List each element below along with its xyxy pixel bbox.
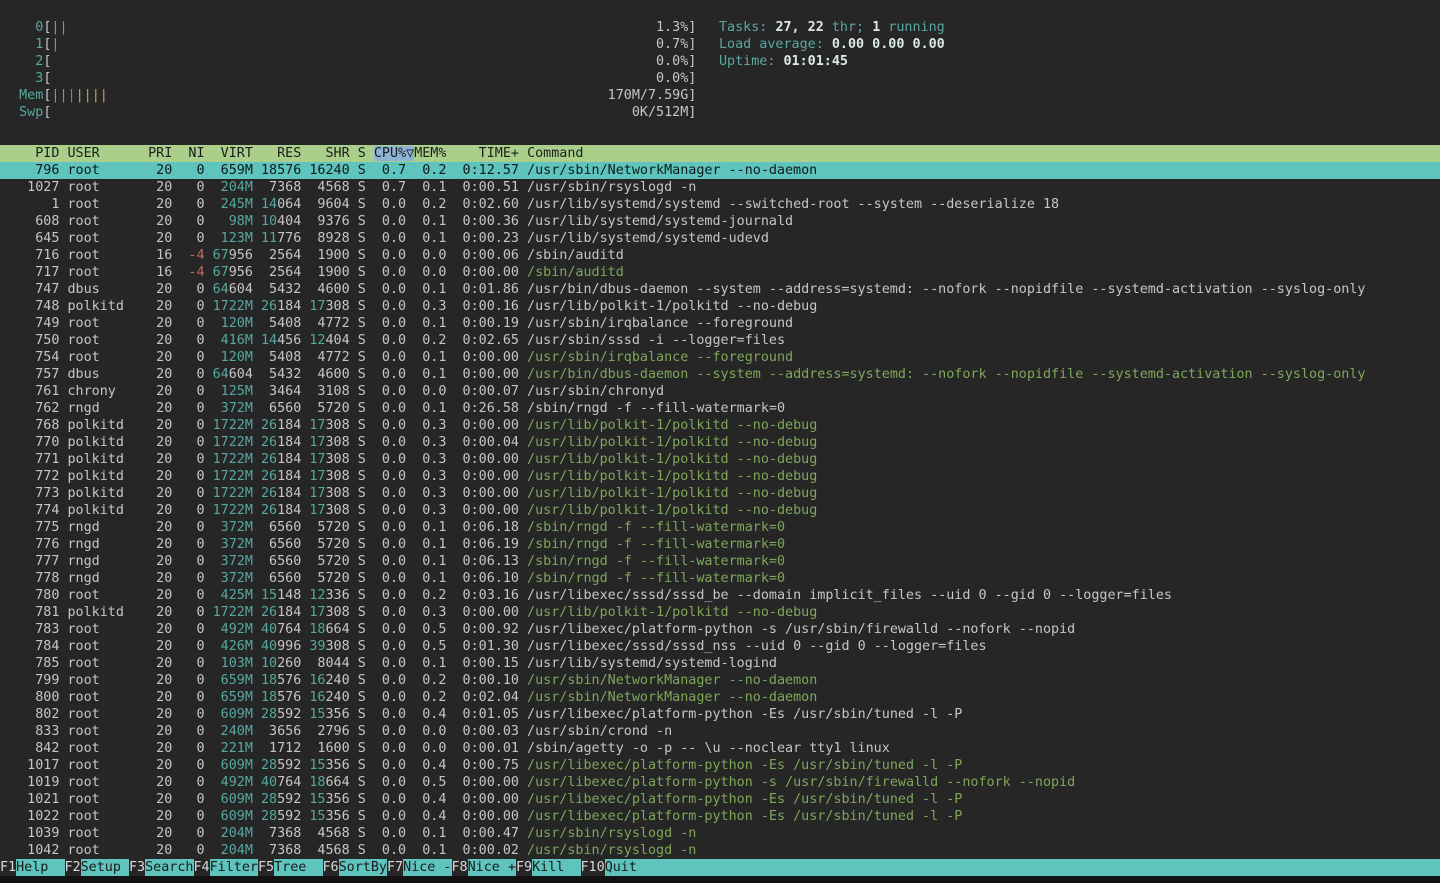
fkey-f1-key[interactable]: F1 bbox=[0, 859, 16, 876]
cpu0-meter: 0[|| 1.3%] bbox=[3, 19, 696, 36]
tasks-thr-label: thr; bbox=[824, 20, 872, 35]
fkey-kill-button[interactable]: Kill bbox=[532, 859, 580, 876]
fkey-f6-key[interactable]: F6 bbox=[323, 859, 339, 876]
process-row-775[interactable]: 775 rngd 20 0 372M 6560 5720 S 0.0 0.1 0… bbox=[0, 519, 1440, 536]
swap-meter: Swp[ 0K/512M] bbox=[3, 104, 696, 121]
process-row-1022[interactable]: 1022 root 20 0 609M 28592 15356 S 0.0 0.… bbox=[0, 808, 1440, 825]
tasks-summary: Tasks: 27, 22 thr; 1 running bbox=[719, 19, 945, 36]
process-row-781[interactable]: 781 polkitd 20 0 1722M 26184 17308 S 0.0… bbox=[0, 604, 1440, 621]
process-row-802[interactable]: 802 root 20 0 609M 28592 15356 S 0.0 0.4… bbox=[0, 706, 1440, 723]
process-row-777[interactable]: 777 rngd 20 0 372M 6560 5720 S 0.0 0.1 0… bbox=[0, 553, 1440, 570]
memory-meter: Mem[||||||| 170M/7.59G] bbox=[3, 87, 696, 104]
process-row-1021[interactable]: 1021 root 20 0 609M 28592 15356 S 0.0 0.… bbox=[0, 791, 1440, 808]
process-row-771[interactable]: 771 polkitd 20 0 1722M 26184 17308 S 0.0… bbox=[0, 451, 1440, 468]
process-row-799[interactable]: 799 root 20 0 659M 18576 16240 S 0.0 0.2… bbox=[0, 672, 1440, 689]
process-row-762[interactable]: 762 rngd 20 0 372M 6560 5720 S 0.0 0.1 0… bbox=[0, 400, 1440, 417]
process-row-716[interactable]: 716 root 16 -4 67956 2564 1900 S 0.0 0.0… bbox=[0, 247, 1440, 264]
process-row-1017[interactable]: 1017 root 20 0 609M 28592 15356 S 0.0 0.… bbox=[0, 757, 1440, 774]
process-row-842[interactable]: 842 root 20 0 221M 1712 1600 S 0.0 0.0 0… bbox=[0, 740, 1440, 757]
fkey-sortby-button[interactable]: SortBy bbox=[339, 859, 387, 876]
cpu-memory-meters: 0[|| 1.3%] 1[| 0.7%] 2[ bbox=[3, 19, 696, 121]
tasks-count: 27, 22 bbox=[775, 20, 823, 35]
column-header-shr[interactable]: SHR bbox=[309, 146, 349, 161]
load-average: Load average: 0.00 0.00 0.00 bbox=[719, 36, 945, 53]
uptime-value: 01:01:45 bbox=[784, 54, 849, 69]
process-row-749[interactable]: 749 root 20 0 120M 5408 4772 S 0.0 0.1 0… bbox=[0, 315, 1440, 332]
fkey-f5-key[interactable]: F5 bbox=[258, 859, 274, 876]
process-row-750[interactable]: 750 root 20 0 416M 14456 12404 S 0.0 0.2… bbox=[0, 332, 1440, 349]
process-row-774[interactable]: 774 polkitd 20 0 1722M 26184 17308 S 0.0… bbox=[0, 502, 1440, 519]
process-row-784[interactable]: 784 root 20 0 426M 40996 39308 S 0.0 0.5… bbox=[0, 638, 1440, 655]
process-row-757[interactable]: 757 dbus 20 0 64604 5432 4600 S 0.0 0.1 … bbox=[0, 366, 1440, 383]
column-header-command[interactable]: Command bbox=[527, 146, 583, 161]
process-row-785[interactable]: 785 root 20 0 103M 10260 8044 S 0.0 0.1 … bbox=[0, 655, 1440, 672]
process-row-754[interactable]: 754 root 20 0 120M 5408 4772 S 0.0 0.1 0… bbox=[0, 349, 1440, 366]
process-row-1039[interactable]: 1039 root 20 0 204M 7368 4568 S 0.0 0.1 … bbox=[0, 825, 1440, 842]
column-header-pid[interactable]: PID bbox=[3, 146, 59, 161]
process-row-608[interactable]: 608 root 20 0 98M 10404 9376 S 0.0 0.1 0… bbox=[0, 213, 1440, 230]
process-row-748[interactable]: 748 polkitd 20 0 1722M 26184 17308 S 0.0… bbox=[0, 298, 1440, 315]
fkey-help-button[interactable]: Help bbox=[16, 859, 64, 876]
column-header-cpu[interactable]: CPU%▽ bbox=[374, 146, 414, 161]
fkey-tree-button[interactable]: Tree bbox=[274, 859, 322, 876]
process-row-772[interactable]: 772 polkitd 20 0 1722M 26184 17308 S 0.0… bbox=[0, 468, 1440, 485]
process-row-833[interactable]: 833 root 20 0 240M 3656 2796 S 0.0 0.0 0… bbox=[0, 723, 1440, 740]
process-row-1027[interactable]: 1027 root 20 0 204M 7368 4568 S 0.7 0.1 … bbox=[0, 179, 1440, 196]
process-row-773[interactable]: 773 polkitd 20 0 1722M 26184 17308 S 0.0… bbox=[0, 485, 1440, 502]
process-row-783[interactable]: 783 root 20 0 492M 40764 18664 S 0.0 0.5… bbox=[0, 621, 1440, 638]
process-row-717[interactable]: 717 root 16 -4 67956 2564 1900 S 0.0 0.0… bbox=[0, 264, 1440, 281]
process-row-800[interactable]: 800 root 20 0 659M 18576 16240 S 0.0 0.2… bbox=[0, 689, 1440, 706]
column-header-ni[interactable]: NI bbox=[180, 146, 204, 161]
process-row-761[interactable]: 761 chrony 20 0 125M 3464 3108 S 0.0 0.0… bbox=[0, 383, 1440, 400]
load-average-values: 0.00 0.00 0.00 bbox=[832, 37, 945, 52]
table-header: PID USER PRI NI VIRT RES SHR S CPU%▽MEM%… bbox=[0, 145, 1440, 162]
process-row-778[interactable]: 778 rngd 20 0 372M 6560 5720 S 0.0 0.1 0… bbox=[0, 570, 1440, 587]
bottom-margin bbox=[0, 876, 1440, 883]
column-header-s[interactable]: S bbox=[358, 146, 366, 161]
process-row-1[interactable]: 1 root 20 0 245M 14064 9604 S 0.0 0.2 0:… bbox=[0, 196, 1440, 213]
fkey-nice--button[interactable]: Nice + bbox=[468, 859, 516, 876]
uptime-label: Uptime: bbox=[719, 54, 784, 69]
process-row-645[interactable]: 645 root 20 0 123M 11776 8928 S 0.0 0.1 … bbox=[0, 230, 1440, 247]
process-row-780[interactable]: 780 root 20 0 425M 15148 12336 S 0.0 0.2… bbox=[0, 587, 1440, 604]
process-table: 796 root 20 0 659M 18576 16240 S 0.7 0.2… bbox=[0, 162, 1440, 859]
process-row-1042[interactable]: 1042 root 20 0 204M 7368 4568 S 0.0 0.1 … bbox=[0, 842, 1440, 859]
process-row-776[interactable]: 776 rngd 20 0 372M 6560 5720 S 0.0 0.1 0… bbox=[0, 536, 1440, 553]
column-header-res[interactable]: RES bbox=[261, 146, 301, 161]
column-header-pri[interactable]: PRI bbox=[148, 146, 172, 161]
load-average-label: Load average: bbox=[719, 37, 832, 52]
process-row-768[interactable]: 768 polkitd 20 0 1722M 26184 17308 S 0.0… bbox=[0, 417, 1440, 434]
function-key-bar: F1Help F2Setup F3SearchF4FilterF5Tree F6… bbox=[0, 859, 1440, 876]
system-info: Tasks: 27, 22 thr; 1 running Load averag… bbox=[719, 19, 945, 70]
column-header-user[interactable]: USER bbox=[68, 146, 141, 161]
fkey-filter-button[interactable]: Filter bbox=[210, 859, 258, 876]
uptime: Uptime: 01:01:45 bbox=[719, 53, 945, 70]
fkey-setup-button[interactable]: Setup bbox=[81, 859, 129, 876]
fkey-f9-key[interactable]: F9 bbox=[516, 859, 532, 876]
fkey-search-button[interactable]: Search bbox=[145, 859, 193, 876]
fkey-f4-key[interactable]: F4 bbox=[194, 859, 210, 876]
fkey-bar-fill bbox=[637, 859, 1440, 876]
column-header-time[interactable]: TIME+ bbox=[455, 146, 520, 161]
cpu2-meter: 2[ 0.0%] bbox=[3, 53, 696, 70]
process-row-796[interactable]: 796 root 20 0 659M 18576 16240 S 0.7 0.2… bbox=[0, 162, 1440, 179]
column-header-mem[interactable]: MEM% bbox=[414, 146, 446, 161]
fkey-f7-key[interactable]: F7 bbox=[387, 859, 403, 876]
process-row-770[interactable]: 770 polkitd 20 0 1722M 26184 17308 S 0.0… bbox=[0, 434, 1440, 451]
fkey-nice--button[interactable]: Nice - bbox=[403, 859, 451, 876]
cpu3-meter: 3[ 0.0%] bbox=[3, 70, 696, 87]
htop-terminal: 0[|| 1.3%] 1[| 0.7%] 2[ bbox=[0, 0, 1440, 883]
fkey-f2-key[interactable]: F2 bbox=[65, 859, 81, 876]
cpu1-meter: 1[| 0.7%] bbox=[3, 36, 696, 53]
column-header-virt[interactable]: VIRT bbox=[213, 146, 253, 161]
fkey-f10-key[interactable]: F10 bbox=[581, 859, 605, 876]
fkey-f3-key[interactable]: F3 bbox=[129, 859, 145, 876]
tasks-running-label: running bbox=[880, 20, 945, 35]
tasks-label: Tasks: bbox=[719, 20, 775, 35]
fkey-quit-button[interactable]: Quit bbox=[605, 859, 637, 876]
process-row-1019[interactable]: 1019 root 20 0 492M 40764 18664 S 0.0 0.… bbox=[0, 774, 1440, 791]
process-row-747[interactable]: 747 dbus 20 0 64604 5432 4600 S 0.0 0.1 … bbox=[0, 281, 1440, 298]
fkey-f8-key[interactable]: F8 bbox=[452, 859, 468, 876]
